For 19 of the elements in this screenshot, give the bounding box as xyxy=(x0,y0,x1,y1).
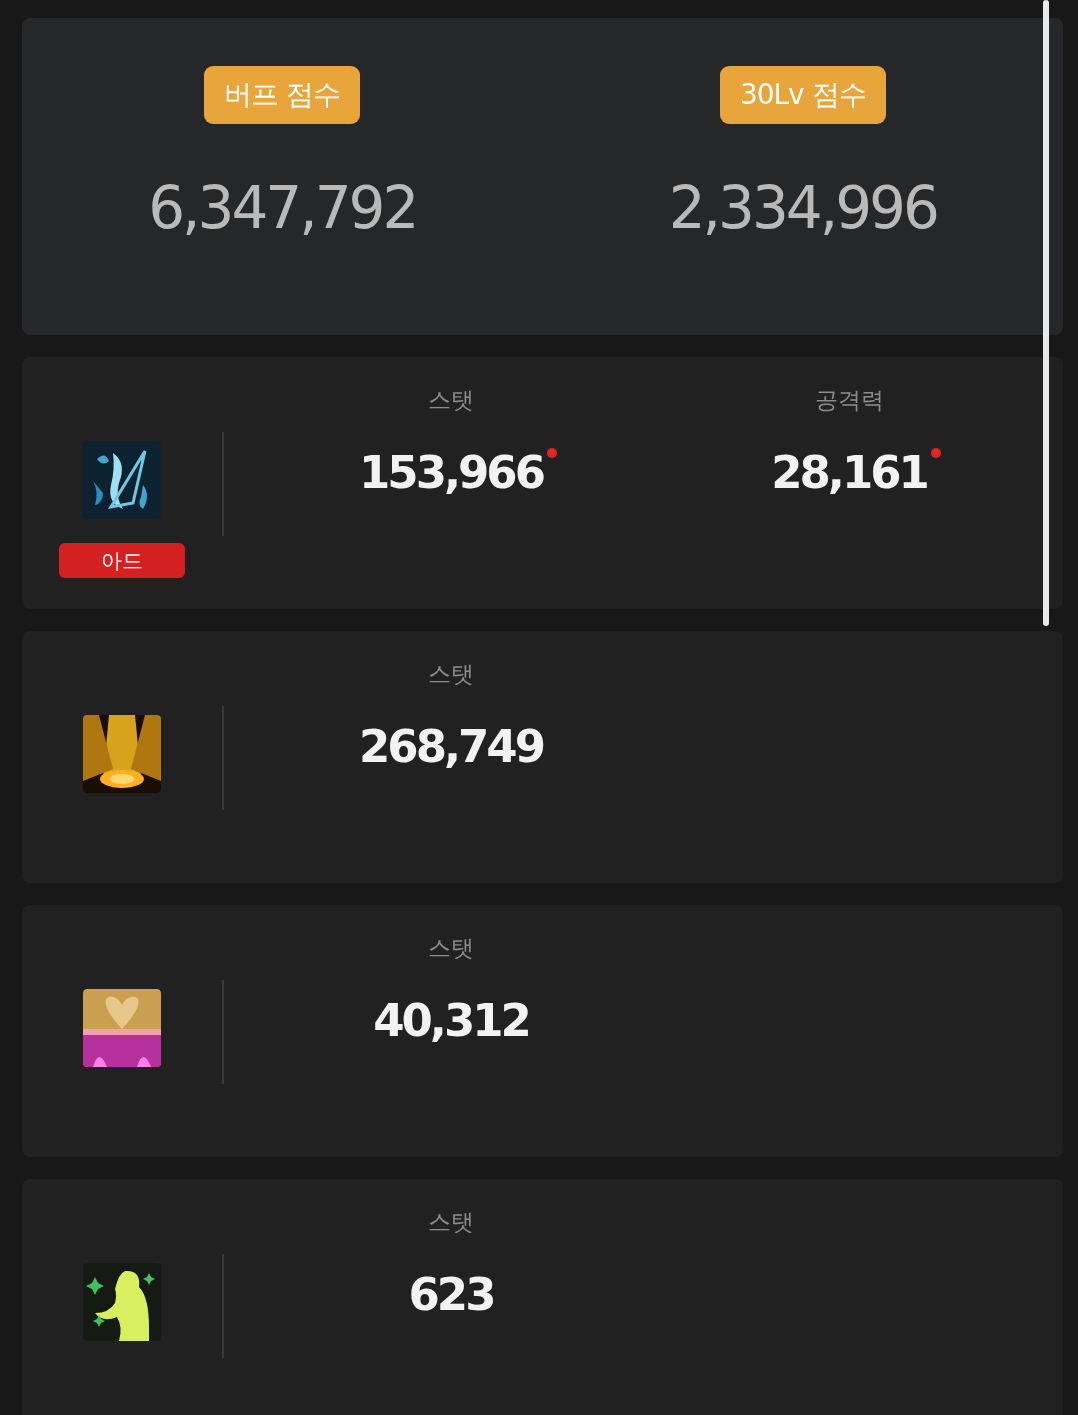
stat-label: 스탯 xyxy=(428,934,474,963)
stat-value: 268,749 xyxy=(359,720,543,773)
skill-tag: 아드 xyxy=(59,543,185,578)
score-value: 6,347,792 xyxy=(148,174,417,242)
figure-icon xyxy=(83,1263,161,1341)
score-label: 버프 점수 xyxy=(204,66,361,124)
stat-value: 40,312 xyxy=(373,994,529,1047)
score-label: 30Lv 점수 xyxy=(719,66,886,124)
stat-label: 공격력 xyxy=(814,386,884,415)
spotlight-icon xyxy=(83,715,161,793)
stat-label: 스탯 xyxy=(428,660,474,689)
stat-value: 623 xyxy=(408,1268,494,1321)
harp-icon xyxy=(83,441,161,519)
stat-value: 28,161 xyxy=(771,446,927,499)
score-value: 2,334,996 xyxy=(668,174,937,242)
stat-label: 스탯 xyxy=(428,386,474,415)
stat-label: 스탯 xyxy=(428,1208,474,1237)
stat-value: 153,966 xyxy=(359,446,543,499)
scrollbar[interactable] xyxy=(1043,0,1049,626)
